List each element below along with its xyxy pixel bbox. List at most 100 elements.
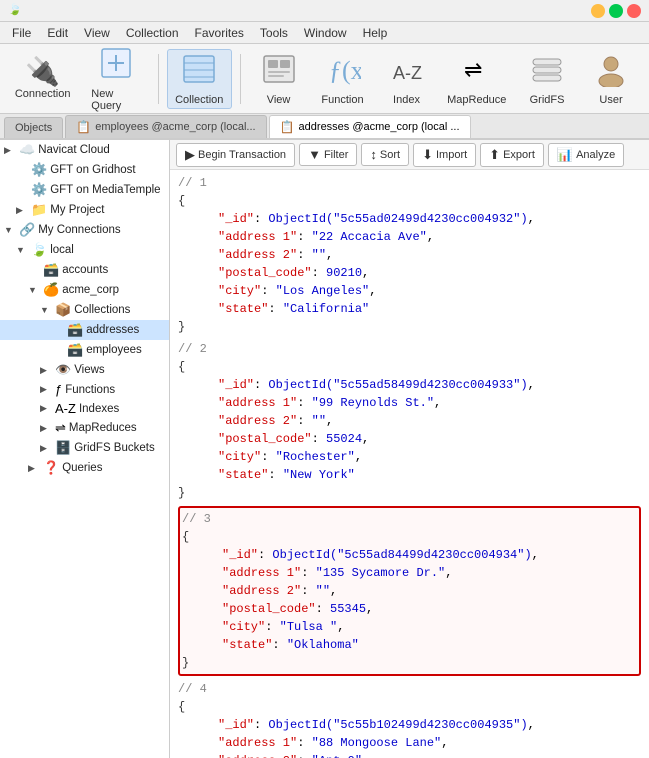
comment-4: // 4 — [178, 682, 207, 696]
icon-accounts: 🗃️ — [43, 262, 59, 278]
analyze-label: Analyze — [576, 149, 615, 161]
sidebar-item-gft-mediatemple[interactable]: ⚙️GFT on MediaTemple — [0, 180, 169, 200]
label-functions: Functions — [65, 384, 115, 396]
toolbar-user[interactable]: User — [581, 49, 641, 109]
sidebar-item-mapreduces[interactable]: ▶⇌MapReduces — [0, 418, 169, 438]
new-query-icon — [98, 45, 134, 86]
record-3[interactable]: // 3{"_id": ObjectId("5c55ad84499d4230cc… — [178, 506, 641, 676]
export-icon: ⬆ — [489, 147, 500, 163]
view-icon — [261, 51, 297, 92]
menu-item-window[interactable]: Window — [296, 24, 355, 42]
toolbar-separator — [240, 54, 241, 104]
export-button[interactable]: ⬆Export — [480, 143, 544, 167]
icon-my-project: 📁 — [31, 202, 47, 218]
window-controls — [591, 4, 641, 18]
sidebar-item-addresses[interactable]: 🗃️addresses — [0, 320, 169, 340]
toolbar-gridfs[interactable]: GridFS — [517, 49, 577, 109]
sidebar-item-gft-gridhost[interactable]: ⚙️GFT on Gridhost — [0, 160, 169, 180]
toolbar-mapreduce[interactable]: ⇌ MapReduce — [441, 49, 514, 109]
label-gft-mediatemple: GFT on MediaTemple — [50, 184, 160, 196]
tab-objects[interactable]: Objects — [4, 117, 63, 138]
export-label: Export — [503, 149, 535, 161]
icon-acme-corp: 🍊 — [43, 282, 59, 298]
sidebar-item-accounts[interactable]: 🗃️accounts — [0, 260, 169, 280]
icon-local: 🍃 — [31, 242, 47, 258]
menu-item-view[interactable]: View — [76, 24, 118, 42]
menu-item-file[interactable]: File — [4, 24, 39, 42]
icon-mapreduces: ⇌ — [55, 420, 66, 436]
tabbar: Objects📋employees @acme_corp (local...📋a… — [0, 114, 649, 140]
label-gridfs-buckets: GridFS Buckets — [74, 442, 155, 454]
sidebar-item-navicat-cloud[interactable]: ▶☁️Navicat Cloud — [0, 140, 169, 160]
sidebar-item-collections[interactable]: ▼📦Collections — [0, 300, 169, 320]
toolbar-label-gridfs: GridFS — [530, 94, 565, 106]
arrow-gridfs-buckets: ▶ — [40, 443, 52, 454]
filter-icon: ▼ — [308, 147, 321, 162]
arrow-mapreduces: ▶ — [40, 423, 52, 434]
app-icon: 🍃 — [8, 3, 24, 19]
sort-button[interactable]: ↕Sort — [361, 143, 409, 166]
label-gft-gridhost: GFT on Gridhost — [50, 164, 135, 176]
close-brace-1: } — [178, 320, 185, 334]
analyze-button[interactable]: 📊Analyze — [548, 143, 624, 167]
actionbar: ▶Begin Transaction▼Filter↕Sort⬇Import⬆Ex… — [170, 140, 649, 170]
close-brace-2: } — [178, 486, 185, 500]
sidebar-item-local[interactable]: ▼🍃local — [0, 240, 169, 260]
toolbar-label-index: Index — [393, 94, 420, 106]
sidebar-item-my-connections[interactable]: ▼🔗My Connections — [0, 220, 169, 240]
sidebar-item-acme-corp[interactable]: ▼🍊acme_corp — [0, 280, 169, 300]
filter-button[interactable]: ▼Filter — [299, 143, 357, 166]
close-button[interactable] — [627, 4, 641, 18]
menu-item-tools[interactable]: Tools — [252, 24, 296, 42]
record-1: // 1{"_id": ObjectId("5c55ad02499d4230cc… — [178, 174, 641, 336]
icon-gridfs-buckets: 🗄️ — [55, 440, 71, 456]
menu-item-collection[interactable]: Collection — [118, 24, 187, 42]
toolbar-label-view: View — [267, 94, 291, 106]
toolbar-collection[interactable]: Collection — [167, 49, 232, 109]
tab-addresses[interactable]: 📋addresses @acme_corp (local ... — [269, 115, 471, 138]
sidebar-item-indexes[interactable]: ▶A-ZIndexes — [0, 399, 169, 418]
begin-transaction-button[interactable]: ▶Begin Transaction — [176, 143, 295, 167]
toolbar-view[interactable]: View — [249, 49, 309, 109]
label-queries: Queries — [62, 462, 102, 474]
sidebar-item-employees[interactable]: 🗃️employees — [0, 340, 169, 360]
mapreduce-icon: ⇌ — [459, 51, 495, 92]
import-button[interactable]: ⬇Import — [413, 143, 476, 167]
toolbar-function[interactable]: ƒ(x)Function — [313, 49, 373, 109]
toolbar-new-query[interactable]: New Query — [81, 49, 150, 109]
tab-label-employees: employees @acme_corp (local... — [95, 121, 255, 133]
label-addresses: addresses — [86, 324, 139, 336]
maximize-button[interactable] — [609, 4, 623, 18]
sidebar-item-gridfs-buckets[interactable]: ▶🗄️GridFS Buckets — [0, 438, 169, 458]
menu-item-help[interactable]: Help — [355, 24, 396, 42]
icon-gft-mediatemple: ⚙️ — [31, 182, 47, 198]
minimize-button[interactable] — [591, 4, 605, 18]
icon-collections: 📦 — [55, 302, 71, 318]
arrow-collections: ▼ — [40, 305, 52, 315]
sidebar-item-functions[interactable]: ▶ƒFunctions — [0, 380, 169, 399]
toolbar: 🔌ConnectionNew Query Collection View ƒ(x)Fu… — [0, 44, 649, 114]
toolbar-label-collection: Collection — [175, 94, 223, 106]
menu-item-favorites[interactable]: Favorites — [187, 24, 252, 42]
label-my-connections: My Connections — [38, 224, 120, 236]
json-content[interactable]: // 1{"_id": ObjectId("5c55ad02499d4230cc… — [170, 170, 649, 758]
menu-item-edit[interactable]: Edit — [39, 24, 76, 42]
arrow-local: ▼ — [16, 245, 28, 255]
begin-transaction-label: Begin Transaction — [198, 149, 286, 161]
open-brace-4: { — [178, 700, 185, 714]
tab-employees[interactable]: 📋employees @acme_corp (local... — [65, 115, 266, 138]
index-icon: A-Z — [389, 51, 425, 92]
arrow-views: ▶ — [40, 365, 52, 376]
main-layout: ▶☁️Navicat Cloud⚙️GFT on Gridhost⚙️GFT o… — [0, 140, 649, 758]
open-brace-2: { — [178, 360, 185, 374]
toolbar-label-mapreduce: MapReduce — [447, 94, 506, 106]
toolbar-connection[interactable]: 🔌Connection — [8, 49, 77, 109]
sidebar-item-my-project[interactable]: ▶📁My Project — [0, 200, 169, 220]
record-2: // 2{"_id": ObjectId("5c55ad58499d4230cc… — [178, 340, 641, 502]
sidebar-item-views[interactable]: ▶👁️Views — [0, 360, 169, 380]
label-indexes: Indexes — [79, 403, 119, 415]
label-views: Views — [74, 364, 104, 376]
sidebar-item-queries[interactable]: ▶❓Queries — [0, 458, 169, 478]
toolbar-index[interactable]: A-Z Index — [377, 49, 437, 109]
sidebar: ▶☁️Navicat Cloud⚙️GFT on Gridhost⚙️GFT o… — [0, 140, 170, 758]
